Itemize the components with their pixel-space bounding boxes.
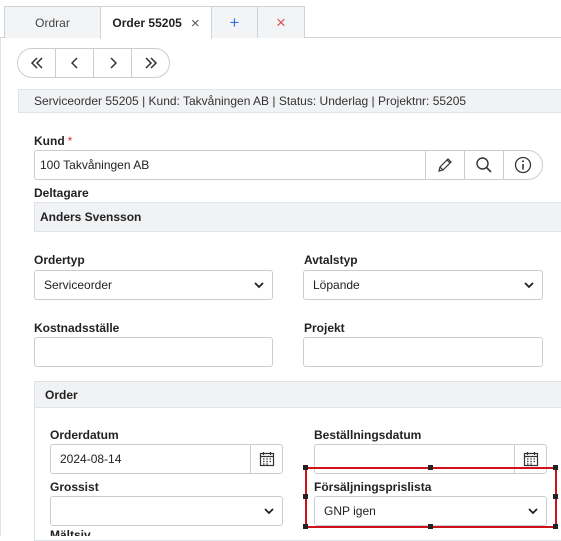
calendar-icon <box>523 452 538 467</box>
bestallningsdatum-label: Beställningsdatum <box>314 428 422 442</box>
ordertyp-value: Serviceorder <box>44 278 113 292</box>
resize-handle[interactable] <box>303 494 308 499</box>
tab-orders-label: Ordrar <box>35 15 70 30</box>
chevron-left-icon <box>70 57 78 69</box>
next-record-button[interactable] <box>94 49 132 77</box>
projekt-label: Projekt <box>304 321 345 335</box>
previous-record-button[interactable] <box>56 49 94 77</box>
resize-handle[interactable] <box>303 465 308 470</box>
orderdatum-calendar-button[interactable] <box>250 445 282 473</box>
edit-customer-button[interactable] <box>425 151 464 179</box>
plus-icon: + <box>229 13 240 32</box>
kund-field: 100 Takvåningen AB <box>34 150 543 180</box>
customer-info-button[interactable] <box>503 151 542 179</box>
orderdatum-input[interactable]: 2024-08-14 <box>50 444 283 474</box>
grossist-select[interactable] <box>50 496 283 526</box>
close-icon: × <box>276 13 286 32</box>
double-chevron-right-icon <box>144 57 157 69</box>
first-record-button[interactable] <box>18 49 56 77</box>
grossist-label: Grossist <box>50 480 99 494</box>
order-section-title: Order <box>35 382 561 408</box>
resize-handle[interactable] <box>553 524 558 529</box>
ordertyp-label: Ordertyp <box>34 253 85 267</box>
pencil-icon <box>438 158 452 172</box>
kostnadsstalle-input[interactable] <box>34 337 273 367</box>
tab-order-55205[interactable]: Order 55205 × <box>100 6 212 39</box>
record-navigation <box>17 48 170 78</box>
tab-order-label: Order 55205 <box>112 16 182 30</box>
highlight-box <box>305 467 557 528</box>
projekt-input[interactable] <box>303 337 543 367</box>
chevron-down-icon <box>524 282 534 289</box>
deltagare-value: Anders Svensson <box>34 202 561 232</box>
required-marker: * <box>67 134 73 148</box>
orderdatum-value: 2024-08-14 <box>60 452 122 466</box>
kund-input[interactable]: 100 Takvåningen AB <box>35 151 425 179</box>
double-chevron-left-icon <box>30 57 43 69</box>
kostnadsstalle-label: Kostnadsställe <box>34 321 120 335</box>
avtalstyp-value: Löpande <box>313 278 360 292</box>
close-all-tabs-button[interactable]: × <box>257 6 305 38</box>
kund-label: Kund * <box>34 134 72 148</box>
deltagare-label: Deltagare <box>34 186 89 200</box>
search-customer-button[interactable] <box>464 151 503 179</box>
avtalstyp-select[interactable]: Löpande <box>303 270 543 300</box>
resize-handle[interactable] <box>428 524 433 529</box>
add-tab-button[interactable]: + <box>211 6 258 38</box>
resize-handle[interactable] <box>553 494 558 499</box>
order-info-bar: Serviceorder 55205 | Kund: Takvåningen A… <box>18 89 561 113</box>
partial-field-label: Mältsiv <box>50 529 91 536</box>
tab-orders[interactable]: Ordrar <box>4 6 101 38</box>
avtalstyp-label: Avtalstyp <box>304 253 358 267</box>
resize-handle[interactable] <box>303 524 308 529</box>
search-icon <box>476 157 492 173</box>
calendar-icon <box>259 452 274 467</box>
orderdatum-label: Orderdatum <box>50 428 119 442</box>
last-record-button[interactable] <box>132 49 169 77</box>
chevron-down-icon <box>254 282 264 289</box>
ordertyp-select[interactable]: Serviceorder <box>34 270 273 300</box>
close-tab-icon[interactable]: × <box>191 16 200 31</box>
tab-bar: Ordrar Order 55205 × + × <box>0 0 561 39</box>
resize-handle[interactable] <box>428 465 433 470</box>
kund-label-text: Kund <box>34 134 65 148</box>
chevron-right-icon <box>109 57 117 69</box>
info-icon <box>514 156 532 174</box>
chevron-down-icon <box>264 508 274 515</box>
resize-handle[interactable] <box>553 465 558 470</box>
